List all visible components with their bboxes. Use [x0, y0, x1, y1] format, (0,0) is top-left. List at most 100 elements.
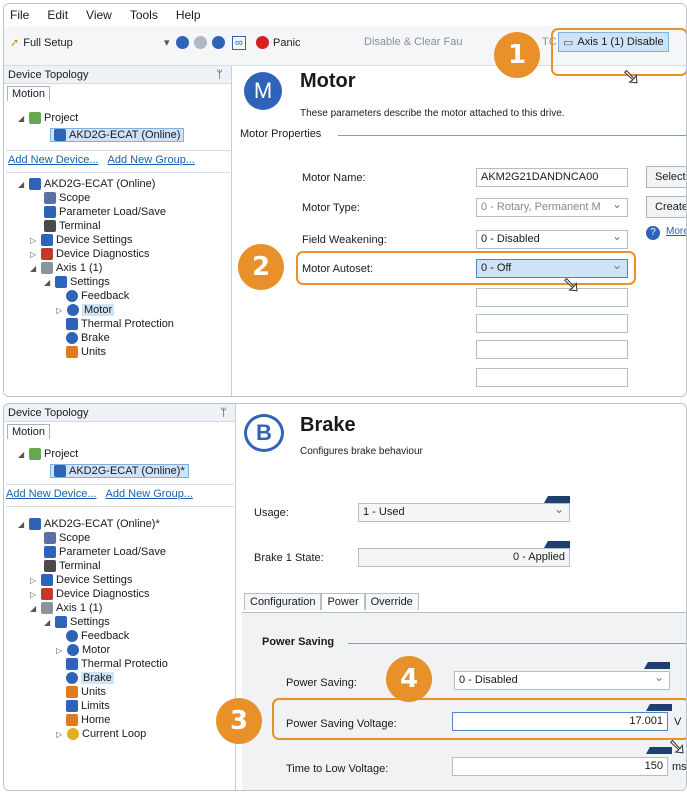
tree-node[interactable]: ▷ Motor — [56, 644, 110, 656]
time-to-low-voltage-label: Time to Low Voltage: — [286, 763, 389, 775]
disable-clear-button[interactable]: Disable & Clear Fau — [364, 36, 462, 48]
tree-device-selected[interactable]: AKD2G-ECAT (Online)* — [50, 464, 189, 478]
tree-node[interactable]: ◢ AKD2G-ECAT (Online) — [18, 178, 155, 190]
highlight-axis-disable — [551, 28, 686, 76]
diagnostics-icon — [41, 248, 53, 260]
drive-icon — [29, 178, 41, 190]
node-label: Limits — [81, 700, 110, 712]
callout-2: 2 — [238, 244, 284, 290]
tree-node[interactable]: ◢ AKD2G-ECAT (Online)* — [18, 518, 160, 530]
motor-type-select[interactable]: 0 - Rotary, Permanent M — [476, 198, 628, 217]
node-label: Device Settings — [56, 234, 133, 246]
node-label: Device Diagnostics — [56, 588, 150, 600]
terminal-icon — [44, 560, 56, 572]
brake-state-field: 0 - Applied — [358, 548, 570, 567]
full-setup-button[interactable]: ➚ Full Setup — [10, 36, 73, 50]
tree-node-motor[interactable]: ▷ Motor — [56, 304, 115, 316]
field-weakening-label: Field Weakening: — [302, 234, 387, 246]
tree-node[interactable]: ▷ Device Settings — [30, 574, 132, 586]
tree-node[interactable]: Limits — [66, 700, 110, 712]
tree-node[interactable]: Home — [66, 714, 110, 726]
settings-icon — [55, 616, 67, 628]
node-label: Settings — [70, 616, 110, 628]
tree-node[interactable]: ◢ Settings — [44, 616, 110, 628]
empty-field[interactable] — [476, 288, 628, 307]
motor-name-field[interactable]: AKM2G21DANDNCA00 — [476, 168, 628, 187]
node-label: AKD2G-ECAT (Online)* — [44, 518, 160, 530]
select-button[interactable]: Select — [646, 166, 686, 188]
tree-node[interactable]: ▷ Device Settings — [30, 234, 132, 246]
more-link[interactable]: More — [666, 226, 686, 237]
tab-motion[interactable]: Motion — [7, 424, 51, 439]
tree-device-selected[interactable]: AKD2G-ECAT (Online) — [50, 128, 185, 142]
motor-screenshot-panel: File Edit View Tools Help ➚ Full Setup ▾… — [3, 3, 687, 397]
dropdown-arrow-icon[interactable]: ▾ — [164, 36, 170, 49]
tree-node[interactable]: Parameter Load/Save — [44, 206, 166, 218]
tree-node[interactable]: Thermal Protectio — [66, 658, 168, 670]
tree-node[interactable]: Terminal — [44, 220, 101, 232]
node-label: AKD2G-ECAT (Online) — [44, 178, 156, 190]
parameter-flag-icon — [544, 541, 570, 548]
tree-node[interactable]: Parameter Load/Save — [44, 546, 166, 558]
tab-power[interactable]: Power — [321, 593, 365, 610]
power-saving-select[interactable]: 0 - Disabled — [454, 671, 670, 690]
drive-icon — [29, 518, 41, 530]
tab-motion[interactable]: Motion — [7, 86, 51, 101]
tree-node[interactable]: ▷ Current Loop — [56, 728, 146, 740]
help-icon[interactable]: ? — [646, 226, 660, 240]
tree-node[interactable]: Scope — [44, 532, 90, 544]
empty-field[interactable] — [476, 340, 628, 359]
tree-project[interactable]: ◢ Project — [18, 112, 78, 124]
back-icon[interactable] — [176, 36, 189, 49]
menu-view[interactable]: View — [86, 8, 112, 22]
motor-page-icon: M — [244, 72, 282, 110]
units-icon — [66, 686, 78, 698]
empty-field[interactable] — [476, 314, 628, 333]
add-group-link[interactable]: Add New Group... — [106, 488, 193, 500]
menu-file[interactable]: File — [10, 8, 29, 22]
device-label: AKD2G-ECAT (Online) — [69, 129, 181, 141]
axis-icon — [41, 262, 53, 274]
usage-select[interactable]: 1 - Used — [358, 503, 570, 522]
forward-icon[interactable] — [194, 36, 207, 49]
empty-field[interactable] — [476, 368, 628, 387]
tree-node[interactable]: ◢ Settings — [44, 276, 110, 288]
tree-node[interactable]: Scope — [44, 192, 90, 204]
tree-node[interactable]: Units — [66, 346, 106, 358]
tree-node[interactable]: ▷ Device Diagnostics — [30, 588, 150, 600]
create-button[interactable]: Create — [646, 196, 686, 218]
tree-node[interactable]: Units — [66, 686, 106, 698]
tree-node[interactable]: Feedback — [66, 630, 129, 642]
tab-override[interactable]: Override — [364, 593, 419, 610]
tree-node[interactable]: Feedback — [66, 290, 129, 302]
pin-icon[interactable]: ᛘ — [220, 404, 227, 422]
tree-node[interactable]: ▷ Device Diagnostics — [30, 248, 150, 260]
time-to-low-voltage-input[interactable]: 150 — [452, 757, 668, 776]
add-device-link[interactable]: Add New Device... — [6, 488, 96, 500]
tree-node[interactable]: Thermal Protection — [66, 318, 174, 330]
link-icon[interactable]: ∞ — [232, 36, 246, 50]
page-description: Configures brake behaviour — [300, 446, 423, 457]
tree-node[interactable]: Terminal — [44, 560, 101, 572]
panic-button[interactable]: Panic — [256, 36, 301, 49]
field-weakening-select[interactable]: 0 - Disabled — [476, 230, 628, 249]
up-icon[interactable] — [212, 36, 225, 49]
terminal-icon — [44, 220, 56, 232]
menu-tools[interactable]: Tools — [130, 8, 158, 22]
menu-edit[interactable]: Edit — [47, 8, 68, 22]
tree-node[interactable]: ◢ Axis 1 (1) — [30, 262, 102, 274]
pin-icon[interactable]: ᛘ — [216, 66, 223, 84]
tree-node-brake[interactable]: Brake — [66, 672, 114, 684]
tree-project[interactable]: ◢ Project — [18, 448, 78, 460]
cursor-icon: ➘ — [621, 64, 641, 90]
tree-node[interactable]: ◢ Axis 1 (1) — [30, 602, 102, 614]
node-label: Terminal — [59, 560, 101, 572]
add-device-link[interactable]: Add New Device... — [8, 154, 98, 166]
expand-icon[interactable]: ◢ — [18, 114, 26, 123]
add-group-link[interactable]: Add New Group... — [108, 154, 195, 166]
menu-help[interactable]: Help — [176, 8, 201, 22]
highlight-power-saving-voltage — [272, 698, 686, 740]
tree-node[interactable]: Brake — [66, 332, 110, 344]
cursor-icon: ➘ — [561, 272, 581, 298]
tab-configuration[interactable]: Configuration — [244, 593, 322, 610]
